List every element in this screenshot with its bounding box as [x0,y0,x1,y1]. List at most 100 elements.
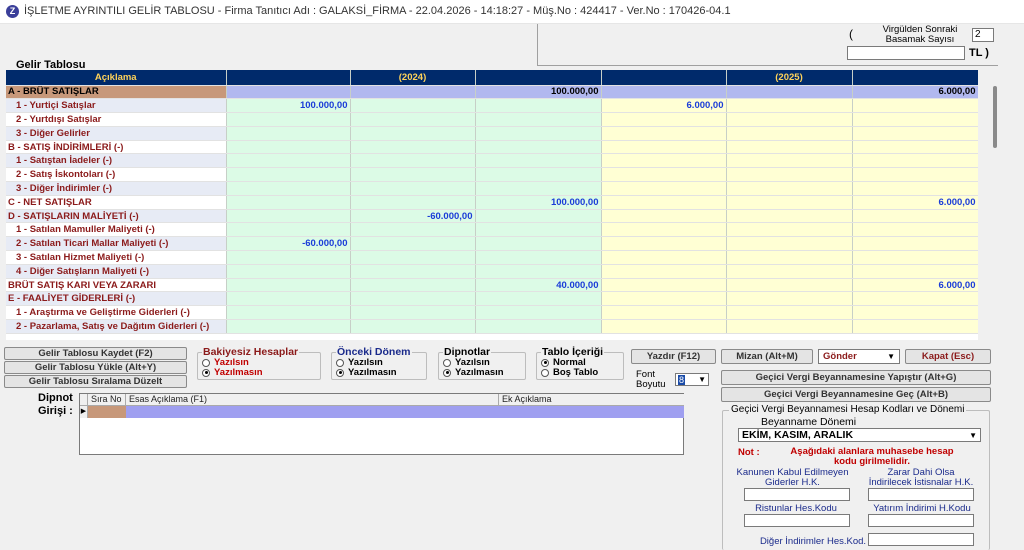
value-cell[interactable] [350,291,476,307]
goto-declaration-button[interactable]: Geçici Vergi Beyannamesine Geç (Alt+B) [721,387,991,402]
value-cell[interactable] [350,112,476,127]
value-cell[interactable]: 100.000,00 [475,85,602,100]
load-table-button[interactable]: Gelir Tablosu Yükle (Alt+Y) [4,361,187,374]
value-cell[interactable] [475,98,602,114]
tablo-empty[interactable]: Boş Tablo [541,367,598,378]
value-cell[interactable] [726,195,853,210]
value-cell[interactable] [350,181,476,196]
value-cell[interactable] [601,167,727,183]
value-cell[interactable] [226,181,351,196]
value-cell[interactable] [226,209,351,224]
table-row[interactable]: 3 - Diğer İndirimler (-) [6,181,978,196]
mizan-button[interactable]: Mizan (Alt+M) [721,349,813,364]
value-cell[interactable] [226,153,351,169]
paste-to-declaration-button[interactable]: Geçici Vergi Beyannamesine Yapıştır (Alt… [721,370,991,385]
value-cell[interactable]: 40.000,00 [475,278,602,293]
table-row[interactable]: 3 - Satılan Hizmet Maliyeti (-) [6,250,978,265]
table-row[interactable]: E - FAALİYET GİDERLERİ (-) [6,291,978,307]
value-cell[interactable] [350,250,476,265]
value-cell[interactable] [852,98,978,114]
value-cell[interactable] [350,264,476,279]
value-cell[interactable] [726,153,853,169]
value-cell[interactable] [726,85,853,100]
value-cell[interactable]: 6.000,00 [601,98,727,114]
table-row[interactable]: 1 - Satılan Mamuller Maliyeti (-) [6,222,978,238]
table-row[interactable]: 4 - Diğer Satışların Maliyeti (-) [6,264,978,279]
fix-order-button[interactable]: Gelir Tablosu Sıralama Düzelt [4,375,187,388]
value-cell[interactable] [852,209,978,224]
value-cell[interactable] [852,250,978,265]
value-cell[interactable] [475,209,602,224]
value-cell[interactable] [601,209,727,224]
value-cell[interactable] [226,126,351,141]
value-cell[interactable] [726,278,853,293]
bakiyesiz-no[interactable]: Yazılmasın [202,367,263,378]
value-cell[interactable] [726,236,853,252]
value-cell[interactable] [350,195,476,210]
value-cell[interactable] [601,291,727,307]
table-row[interactable]: C - NET SATIŞLAR 100.000,00 6.000,00 [6,195,978,210]
value-cell[interactable] [350,98,476,114]
value-cell[interactable] [475,250,602,265]
value-cell[interactable] [601,236,727,252]
table-row[interactable]: 3 - Diğer Gelirler [6,126,978,141]
value-cell[interactable] [226,305,351,321]
value-cell[interactable] [601,153,727,169]
scrollbar-thumb[interactable] [993,86,997,148]
font-size-select[interactable]: 8 ▼ [675,373,709,386]
value-cell[interactable] [852,181,978,196]
value-cell[interactable] [350,278,476,293]
value-cell[interactable] [350,222,476,238]
tl-input[interactable] [847,46,965,60]
save-table-button[interactable]: Gelir Tablosu Kaydet (F2) [4,347,187,360]
value-cell[interactable] [852,126,978,141]
value-cell[interactable] [350,319,476,334]
value-cell[interactable] [475,181,602,196]
value-cell[interactable] [226,319,351,334]
value-cell[interactable]: 100.000,00 [475,195,602,210]
value-cell[interactable]: 6.000,00 [852,85,978,100]
value-cell[interactable] [726,126,853,141]
table-row[interactable]: 1 - Yurtiçi Satışlar 100.000,00 6.000,00 [6,98,978,114]
value-cell[interactable] [726,98,853,114]
dipnot-cell-esas[interactable] [126,406,684,418]
table-row[interactable]: 1 - Satıştan İadeler (-) [6,153,978,169]
value-cell[interactable] [601,126,727,141]
value-cell[interactable] [852,236,978,252]
value-cell[interactable] [726,250,853,265]
table-row[interactable]: B - SATIŞ İNDİRİMLERİ (-) [6,140,978,155]
table-row[interactable]: A - BRÜT SATIŞLAR 100.000,00 6.000,00 [6,85,978,100]
value-cell[interactable] [601,319,727,334]
value-cell[interactable] [601,112,727,127]
value-cell[interactable] [601,222,727,238]
value-cell[interactable]: -60.000,00 [350,209,476,224]
value-cell[interactable] [852,305,978,321]
table-row[interactable]: 2 - Pazarlama, Satış ve Dağıtım Giderler… [6,319,978,334]
field1-input[interactable] [744,488,850,501]
value-cell[interactable] [601,278,727,293]
value-cell[interactable] [226,222,351,238]
value-cell[interactable] [226,195,351,210]
value-cell[interactable] [475,222,602,238]
value-cell[interactable] [726,305,853,321]
value-cell[interactable] [350,153,476,169]
dipnotlar-no[interactable]: Yazılmasın [443,367,504,378]
value-cell[interactable] [726,140,853,155]
table-row[interactable]: BRÜT SATIŞ KARI VEYA ZARARI 40.000,00 6.00… [6,278,978,293]
value-cell[interactable] [601,305,727,321]
value-cell[interactable] [226,140,351,155]
value-cell[interactable] [475,112,602,127]
value-cell[interactable] [475,236,602,252]
value-cell[interactable] [350,167,476,183]
value-cell[interactable] [226,85,351,100]
send-dropdown[interactable]: Gönder ▼ [818,349,900,364]
field5-input[interactable] [868,533,974,546]
onceki-no[interactable]: Yazılmasın [336,367,397,378]
value-cell[interactable] [475,140,602,155]
value-cell[interactable] [350,85,476,100]
period-select[interactable]: EKİM, KASIM, ARALIK ▼ [738,428,981,442]
value-cell[interactable] [601,195,727,210]
value-cell[interactable] [475,291,602,307]
value-cell[interactable] [726,181,853,196]
close-button[interactable]: Kapat (Esc) [905,349,991,364]
